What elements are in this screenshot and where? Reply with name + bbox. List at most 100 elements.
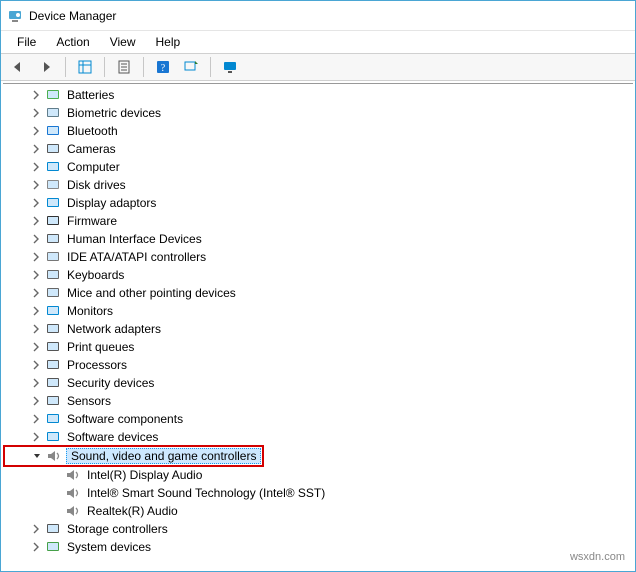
device-category-icon: [45, 213, 61, 229]
tree-item-label: Sound, video and game controllers: [66, 448, 261, 464]
tree-item-sound-video-game[interactable]: Sound, video and game controllers: [3, 447, 633, 465]
tree-item[interactable]: Sensors: [3, 392, 633, 410]
chevron-right-icon[interactable]: [29, 142, 43, 156]
menu-action[interactable]: Action: [46, 33, 99, 51]
chevron-right-icon[interactable]: [29, 358, 43, 372]
chevron-right-icon[interactable]: [29, 340, 43, 354]
tree-item[interactable]: Software components: [3, 410, 633, 428]
chevron-down-icon[interactable]: [30, 449, 44, 463]
chevron-right-icon[interactable]: [29, 286, 43, 300]
device-category-icon: [45, 339, 61, 355]
tree-item-label: Cameras: [65, 140, 118, 158]
window-title: Device Manager: [29, 9, 116, 23]
chevron-right-icon[interactable]: [29, 214, 43, 228]
chevron-right-icon[interactable]: [29, 232, 43, 246]
chevron-right-icon[interactable]: [29, 376, 43, 390]
tree-item-label: Keyboards: [65, 266, 126, 284]
menu-file[interactable]: File: [7, 33, 46, 51]
chevron-right-icon[interactable]: [29, 124, 43, 138]
tree-item[interactable]: Bluetooth: [3, 122, 633, 140]
tree-item[interactable]: System devices: [3, 538, 633, 556]
chevron-right-icon[interactable]: [29, 304, 43, 318]
tree-item[interactable]: Software devices: [3, 428, 633, 446]
toolbar-separator: [143, 57, 144, 77]
back-button[interactable]: [6, 55, 30, 79]
device-category-icon: [45, 429, 61, 445]
device-category-icon: [45, 87, 61, 103]
speaker-icon: [65, 485, 81, 501]
tree-item-label: Software components: [65, 410, 185, 428]
speaker-icon: [46, 448, 62, 464]
tree-item[interactable]: IDE ATA/ATAPI controllers: [3, 248, 633, 266]
tree-child-item[interactable]: Realtek(R) Audio: [3, 502, 633, 520]
chevron-right-icon[interactable]: [29, 268, 43, 282]
tree-item[interactable]: Print queues: [3, 338, 633, 356]
help-button[interactable]: ?: [151, 55, 175, 79]
tree-item-label: IDE ATA/ATAPI controllers: [65, 248, 208, 266]
device-tree[interactable]: BatteriesBiometric devicesBluetoothCamer…: [3, 83, 633, 563]
chevron-right-icon[interactable]: [29, 250, 43, 264]
tree-item[interactable]: Cameras: [3, 140, 633, 158]
chevron-right-icon[interactable]: [29, 196, 43, 210]
tree-item[interactable]: Network adapters: [3, 320, 633, 338]
tree-item[interactable]: Computer: [3, 158, 633, 176]
tree-item-label: System devices: [65, 538, 153, 556]
tree-item[interactable]: Security devices: [3, 374, 633, 392]
toolbar-separator: [65, 57, 66, 77]
watermark: wsxdn.com: [570, 551, 625, 563]
tree-child-item[interactable]: Intel® Smart Sound Technology (Intel® SS…: [3, 484, 633, 502]
monitor-button[interactable]: [218, 55, 242, 79]
device-category-icon: [45, 177, 61, 193]
tree-item[interactable]: Batteries: [3, 86, 633, 104]
tree-item[interactable]: Processors: [3, 356, 633, 374]
tree-item-label: Firmware: [65, 212, 119, 230]
device-category-icon: [45, 231, 61, 247]
tree-item[interactable]: Storage controllers: [3, 520, 633, 538]
properties-button[interactable]: [112, 55, 136, 79]
chevron-right-icon[interactable]: [29, 412, 43, 426]
menubar: File Action View Help: [1, 31, 635, 53]
chevron-right-icon[interactable]: [29, 394, 43, 408]
chevron-right-icon[interactable]: [29, 540, 43, 554]
toolbar-separator: [104, 57, 105, 77]
chevron-right-icon[interactable]: [29, 88, 43, 102]
tree-item[interactable]: Firmware: [3, 212, 633, 230]
tree-item[interactable]: Keyboards: [3, 266, 633, 284]
chevron-right-icon[interactable]: [29, 178, 43, 192]
chevron-right-icon[interactable]: [29, 322, 43, 336]
tree-item[interactable]: Disk drives: [3, 176, 633, 194]
device-category-icon: [45, 375, 61, 391]
device-category-icon: [45, 539, 61, 555]
show-hidden-button[interactable]: [73, 55, 97, 79]
tree-item-label: Disk drives: [65, 176, 128, 194]
tree-item-label: Human Interface Devices: [65, 230, 204, 248]
tree-child-item[interactable]: Intel(R) Display Audio: [3, 466, 633, 484]
scan-button[interactable]: [179, 55, 203, 79]
device-category-icon: [45, 393, 61, 409]
tree-item[interactable]: Display adaptors: [3, 194, 633, 212]
tree-item-label: Print queues: [65, 338, 136, 356]
tree-item-label: Software devices: [65, 428, 160, 446]
chevron-right-icon[interactable]: [29, 106, 43, 120]
device-category-icon: [45, 249, 61, 265]
menu-help[interactable]: Help: [146, 33, 191, 51]
device-category-icon: [45, 411, 61, 427]
chevron-right-icon[interactable]: [29, 522, 43, 536]
tree-item[interactable]: Human Interface Devices: [3, 230, 633, 248]
tree-item-label: Batteries: [65, 86, 116, 104]
tree-item[interactable]: Monitors: [3, 302, 633, 320]
device-category-icon: [45, 357, 61, 373]
tree-item-label: Realtek(R) Audio: [85, 502, 180, 520]
tree-item[interactable]: Biometric devices: [3, 104, 633, 122]
toolbar: ?: [1, 53, 635, 81]
tree-item-label: Bluetooth: [65, 122, 120, 140]
device-category-icon: [45, 123, 61, 139]
app-icon: [7, 8, 23, 24]
menu-view[interactable]: View: [100, 33, 146, 51]
tree-item-label: Security devices: [65, 374, 156, 392]
chevron-right-icon[interactable]: [29, 430, 43, 444]
forward-button[interactable]: [34, 55, 58, 79]
tree-item[interactable]: Mice and other pointing devices: [3, 284, 633, 302]
tree-item-label: Network adapters: [65, 320, 163, 338]
chevron-right-icon[interactable]: [29, 160, 43, 174]
